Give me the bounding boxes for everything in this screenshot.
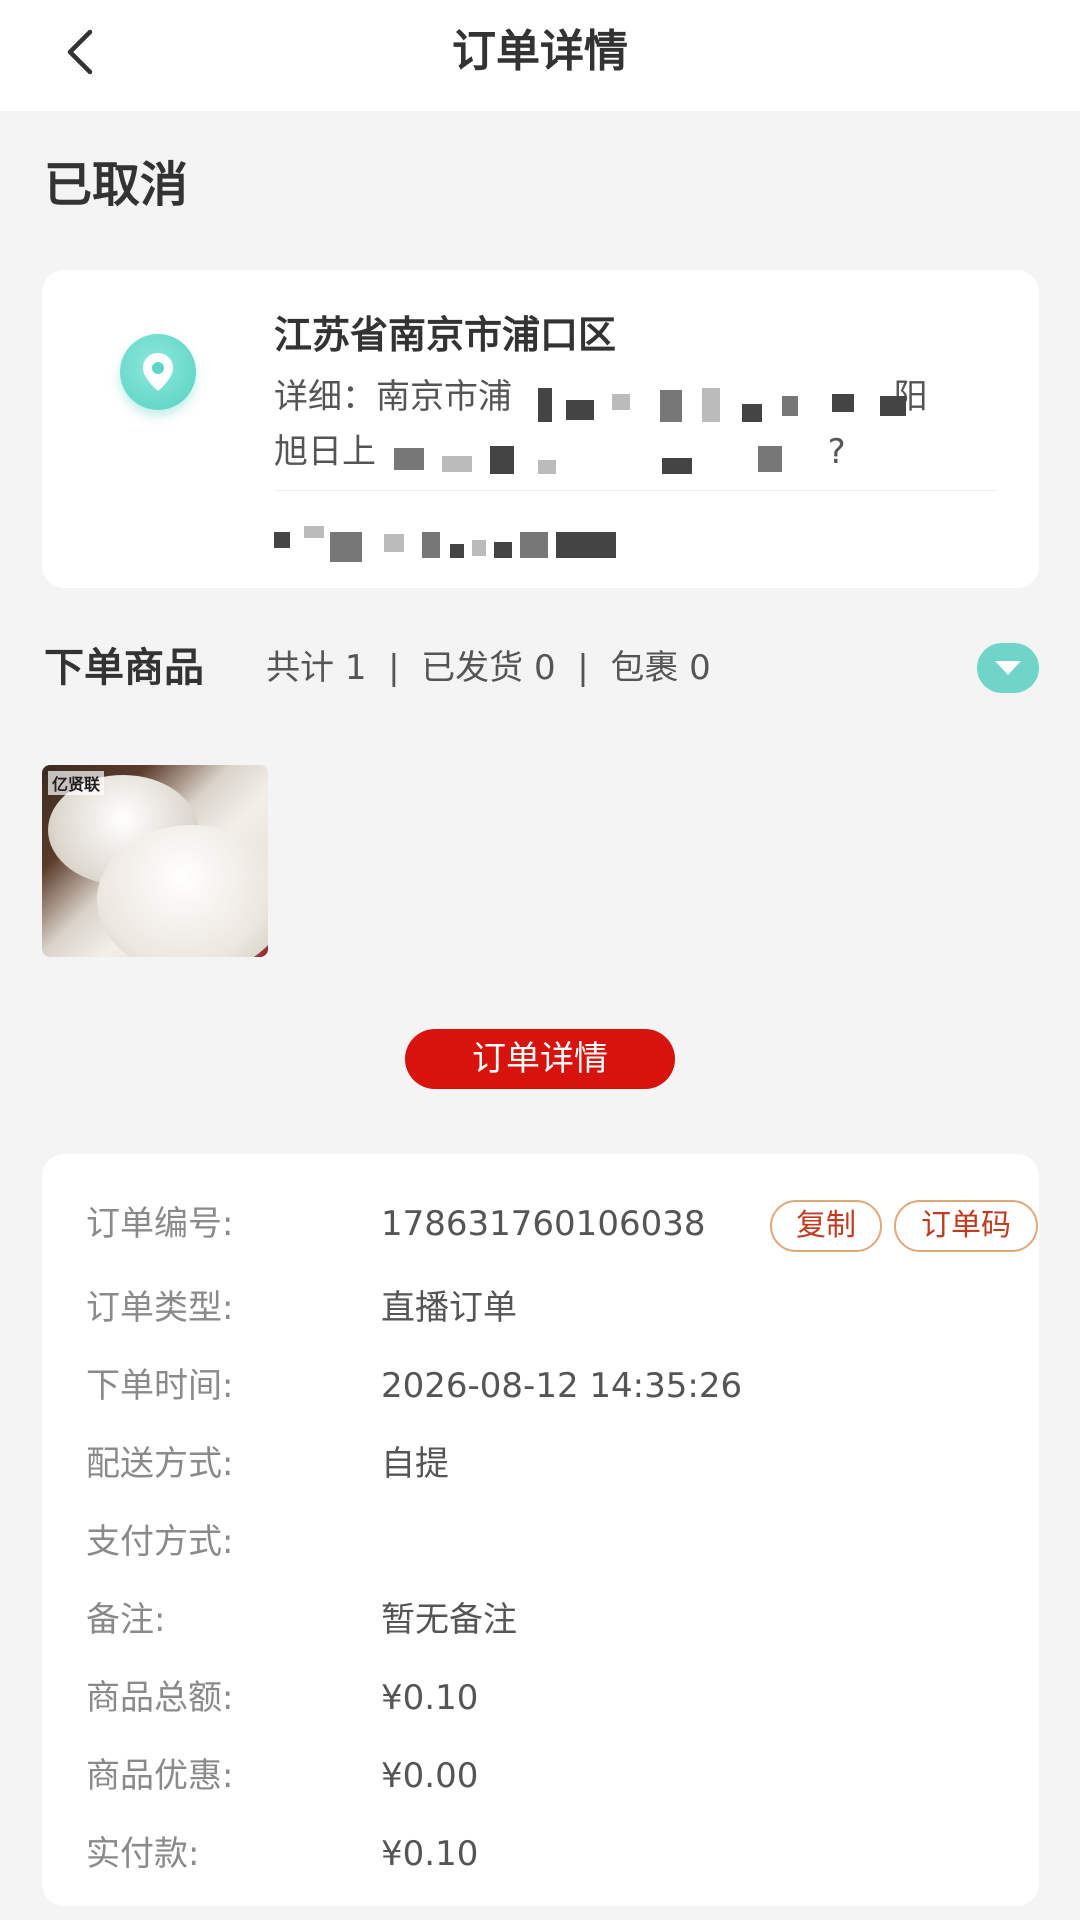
shipped-label: 已发货 [421, 648, 524, 688]
info-label: 下单时间: [86, 1366, 234, 1406]
page-title: 订单详情 [452, 26, 628, 77]
location-pin-icon [120, 334, 196, 410]
product-thumbnail[interactable]: 亿贤联 [42, 765, 268, 957]
info-row-goods-total: 商品总额: ¥0.10 [86, 1668, 1006, 1728]
info-row-order-time: 下单时间: 2026-08-12 14:35:26 [86, 1356, 1006, 1416]
info-label: 订单类型: [86, 1288, 234, 1328]
delivery-method-value: 自提 [381, 1444, 449, 1484]
address-region: 江苏省南京市浦口区 [274, 313, 617, 357]
remark-value: 暂无备注 [381, 1600, 517, 1640]
info-row-delivery: 配送方式: 自提 [86, 1434, 1006, 1494]
info-label: 实付款: [86, 1834, 200, 1874]
product-brand-label: 亿贤联 [48, 771, 105, 795]
info-label: 订单编号: [86, 1204, 234, 1244]
order-number-value: 178631760106038 [381, 1204, 706, 1244]
shipped-count: 0 [533, 648, 556, 688]
info-row-payment: 支付方式: [86, 1512, 1006, 1572]
copy-button[interactable]: 复制 [770, 1200, 882, 1252]
chevron-left-icon [67, 29, 93, 75]
back-button[interactable] [50, 22, 110, 82]
info-row-discount: 商品优惠: ¥0.00 [86, 1746, 1006, 1806]
order-code-button[interactable]: 订单码 [894, 1200, 1038, 1252]
order-type-value: 直播订单 [381, 1288, 517, 1328]
total-count: 1 [344, 648, 367, 688]
address-detail-start: 详细：南京市浦 [274, 377, 512, 417]
order-detail-button[interactable]: 订单详情 [405, 1029, 675, 1089]
address-divider [274, 490, 997, 491]
address-detail-line2-end: ? [827, 432, 846, 472]
paid-amount-value: ¥0.10 [381, 1834, 479, 1874]
package-label: 包裹 [610, 648, 679, 688]
info-label: 商品优惠: [86, 1756, 234, 1796]
top-bar: 订单详情 [0, 0, 1080, 111]
total-label: 共计 [266, 648, 334, 688]
info-row-order-number: 订单编号: 178631760106038 复制 订单码 [86, 1194, 1038, 1254]
address-detail: 详细：南京市浦 阳 旭日上 ? [274, 370, 1014, 480]
order-info-card: 订单编号: 178631760106038 复制 订单码 订单类型: 直播订单 … [42, 1154, 1039, 1906]
caret-down-icon [995, 661, 1021, 675]
order-status: 已取消 [44, 157, 189, 213]
info-label: 配送方式: [86, 1444, 234, 1484]
address-card[interactable]: 江苏省南京市浦口区 详细：南京市浦 阳 旭日上 ? [42, 270, 1039, 588]
separator: | [577, 648, 589, 688]
order-time-value: 2026-08-12 14:35:26 [381, 1366, 743, 1406]
info-row-paid: 实付款: ¥0.10 [86, 1824, 1006, 1884]
expand-goods-button[interactable] [977, 643, 1039, 693]
package-count: 0 [689, 648, 711, 688]
goods-summary-row: 下单商品 共计 1 | 已发货 0 | 包裹 0 [44, 640, 1039, 696]
contact-redacted [274, 518, 714, 568]
address-detail-line2: 旭日上 [274, 432, 376, 472]
info-label: 商品总额: [86, 1678, 234, 1718]
separator: | [388, 648, 400, 688]
info-label: 支付方式: [86, 1522, 234, 1562]
info-row-order-type: 订单类型: 直播订单 [86, 1278, 1006, 1338]
info-row-remark: 备注: 暂无备注 [86, 1590, 1006, 1650]
goods-label: 下单商品 [44, 645, 204, 691]
goods-total-value: ¥0.10 [381, 1678, 479, 1718]
discount-value: ¥0.00 [381, 1756, 479, 1796]
goods-counts: 共计 1 | 已发货 0 | 包裹 0 [266, 640, 711, 696]
info-label: 备注: [86, 1600, 166, 1640]
